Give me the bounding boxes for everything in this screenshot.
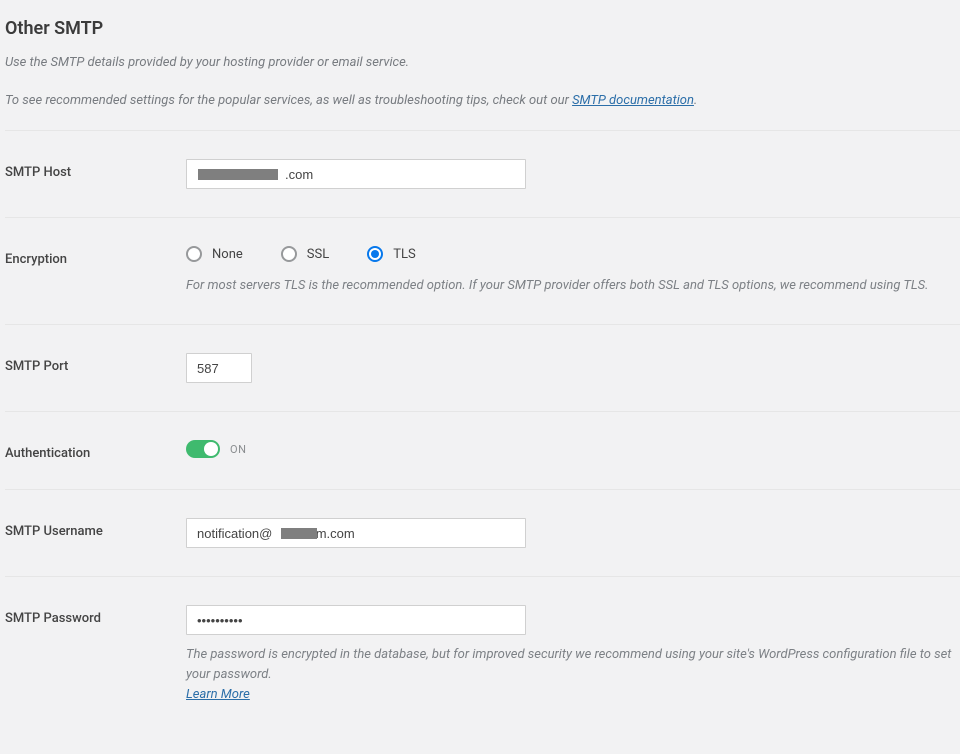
toggle-knob-icon xyxy=(204,442,218,456)
field-smtp-host xyxy=(186,159,960,189)
row-smtp-port: SMTP Port xyxy=(5,324,960,411)
label-smtp-password: SMTP Password xyxy=(5,605,186,626)
description-line-2: To see recommended settings for the popu… xyxy=(5,91,960,111)
field-smtp-username xyxy=(186,518,960,548)
description-line-2-pre: To see recommended settings for the popu… xyxy=(5,93,572,108)
label-authentication: Authentication xyxy=(5,440,186,461)
field-encryption: None SSL TLS For most servers TLS is the… xyxy=(186,246,960,296)
authentication-toggle-label: ON xyxy=(230,443,246,456)
radio-tls-label: TLS xyxy=(393,247,415,262)
smtp-username-input[interactable] xyxy=(186,518,526,548)
password-help-text-content: The password is encrypted in the databas… xyxy=(186,647,951,682)
row-smtp-host: SMTP Host xyxy=(5,130,960,217)
radio-none-icon xyxy=(186,246,202,262)
description-line-1: Use the SMTP details provided by your ho… xyxy=(5,53,960,73)
learn-more-link[interactable]: Learn More xyxy=(186,687,250,702)
section-title: Other SMTP xyxy=(5,18,960,39)
radio-none-label: None xyxy=(212,247,243,262)
field-authentication: ON xyxy=(186,440,960,458)
redacted-host-prefix xyxy=(198,169,278,180)
authentication-toggle[interactable] xyxy=(186,440,220,458)
password-help-text: The password is encrypted in the databas… xyxy=(186,645,960,705)
redacted-username-mid xyxy=(281,528,317,539)
smtp-settings-section: Other SMTP Use the SMTP details provided… xyxy=(0,0,960,754)
smtp-documentation-link[interactable]: SMTP documentation xyxy=(572,93,694,108)
smtp-password-input[interactable] xyxy=(186,605,526,635)
radio-ssl-label: SSL xyxy=(307,247,329,262)
row-encryption: Encryption None SSL TLS For most servers… xyxy=(5,217,960,324)
radio-tls-icon xyxy=(367,246,383,262)
label-smtp-host: SMTP Host xyxy=(5,159,186,180)
encryption-option-ssl[interactable]: SSL xyxy=(281,246,329,262)
field-smtp-password: The password is encrypted in the databas… xyxy=(186,605,960,705)
label-smtp-username: SMTP Username xyxy=(5,518,186,539)
radio-ssl-icon xyxy=(281,246,297,262)
encryption-option-tls[interactable]: TLS xyxy=(367,246,415,262)
field-smtp-port xyxy=(186,353,960,383)
row-authentication: Authentication ON xyxy=(5,411,960,489)
label-smtp-port: SMTP Port xyxy=(5,353,186,374)
label-encryption: Encryption xyxy=(5,246,186,267)
row-smtp-password: SMTP Password The password is encrypted … xyxy=(5,576,960,733)
authentication-toggle-wrap: ON xyxy=(186,440,960,458)
description-line-2-post: . xyxy=(694,93,697,108)
smtp-port-input[interactable] xyxy=(186,353,252,383)
encryption-option-none[interactable]: None xyxy=(186,246,243,262)
encryption-radio-group: None SSL TLS xyxy=(186,246,960,262)
row-smtp-username: SMTP Username xyxy=(5,489,960,576)
section-description: Use the SMTP details provided by your ho… xyxy=(5,53,960,110)
encryption-help-text: For most servers TLS is the recommended … xyxy=(186,276,960,296)
